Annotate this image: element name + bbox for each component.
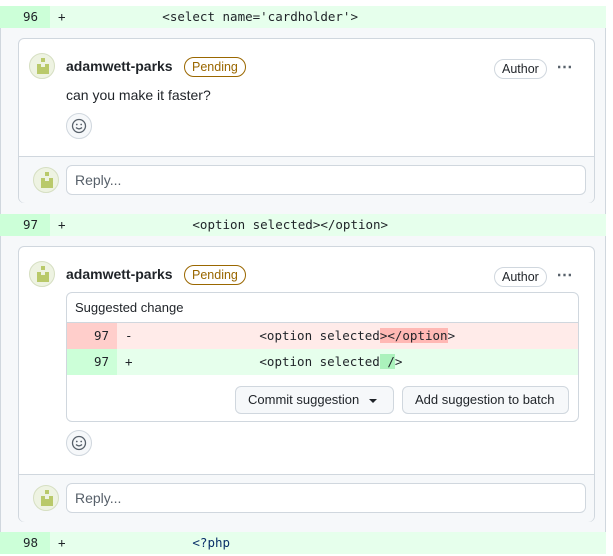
diff-line-98: 98 + <?php xyxy=(0,532,606,554)
identicon-icon xyxy=(41,490,53,506)
pending-badge: Pending xyxy=(184,265,246,285)
user-avatar[interactable] xyxy=(29,261,55,287)
identicon-icon xyxy=(37,266,49,282)
suggestion-added-line: 97 + <option selected /> xyxy=(67,349,578,375)
line-number: 97 xyxy=(67,349,117,375)
diff-sign: + xyxy=(125,354,133,369)
diff-code: <option selected></option> xyxy=(72,217,389,232)
diff-sign: - xyxy=(125,328,133,343)
diff-sign: + xyxy=(58,535,66,550)
suggestion-removed-line: 97 - <option selected></option> xyxy=(67,323,578,349)
smiley-icon xyxy=(71,435,87,451)
reply-row: Reply... xyxy=(19,156,594,203)
diff-sign: + xyxy=(58,9,66,24)
identicon-icon xyxy=(37,58,49,74)
more-options-icon[interactable]: ⋯ xyxy=(554,60,576,81)
author-badge: Author xyxy=(494,59,547,79)
more-options-icon[interactable]: ⋯ xyxy=(554,268,576,289)
suggested-change-title: Suggested change xyxy=(67,293,578,323)
comment-body: can you make it faster? xyxy=(66,87,211,103)
comment-thread: adamwett-parks Pending Author ⋯ Suggeste… xyxy=(18,246,595,522)
line-number[interactable]: 98 xyxy=(0,532,50,554)
comment-thread: adamwett-parks Pending Author ⋯ can you … xyxy=(18,38,595,203)
removed-highlight: ></option xyxy=(379,328,448,343)
code-segment: <option selected xyxy=(139,328,380,343)
line-number[interactable]: 97 xyxy=(0,214,50,236)
reply-row: Reply... xyxy=(19,474,594,522)
comment-author[interactable]: adamwett-parks xyxy=(66,266,173,282)
author-badge: Author xyxy=(494,267,547,287)
diff-code: <?php xyxy=(72,535,231,550)
diff-code: <option selected /> xyxy=(139,349,402,375)
user-avatar[interactable] xyxy=(29,53,55,79)
smiley-icon xyxy=(71,118,87,134)
identicon-icon xyxy=(41,172,53,188)
current-user-avatar xyxy=(33,485,59,511)
commit-suggestion-button[interactable]: Commit suggestion xyxy=(235,386,394,414)
comment-thread-area: adamwett-parks Pending Author ⋯ Suggeste… xyxy=(0,236,606,532)
line-number[interactable]: 96 xyxy=(0,6,50,28)
diff-sign: + xyxy=(58,217,66,232)
pending-badge: Pending xyxy=(184,57,246,77)
diff-code: <select name='cardholder'> xyxy=(72,9,358,24)
comment-thread-area: adamwett-parks Pending Author ⋯ can you … xyxy=(0,28,606,214)
added-highlight: / xyxy=(379,354,395,369)
code-segment: <option selected xyxy=(139,354,380,369)
add-reaction-button[interactable] xyxy=(66,430,92,456)
chevron-down-icon xyxy=(369,398,378,403)
reply-input[interactable]: Reply... xyxy=(66,483,586,513)
add-to-batch-button[interactable]: Add suggestion to batch xyxy=(402,386,569,414)
add-reaction-button[interactable] xyxy=(66,113,92,139)
commit-suggestion-label: Commit suggestion xyxy=(248,392,360,407)
code-segment: > xyxy=(447,328,456,343)
reply-input[interactable]: Reply... xyxy=(66,165,586,195)
diff-code: <option selected></option> xyxy=(139,323,455,349)
current-user-avatar xyxy=(33,167,59,193)
diff-line-96: 96 + <select name='cardholder'> xyxy=(0,6,606,28)
line-number: 97 xyxy=(67,323,117,349)
diff-line-97: 97 + <option selected></option> xyxy=(0,214,606,236)
comment-author[interactable]: adamwett-parks xyxy=(66,58,173,74)
suggested-change-box: Suggested change 97 - <option selected><… xyxy=(66,292,579,422)
code-segment: > xyxy=(394,354,403,369)
